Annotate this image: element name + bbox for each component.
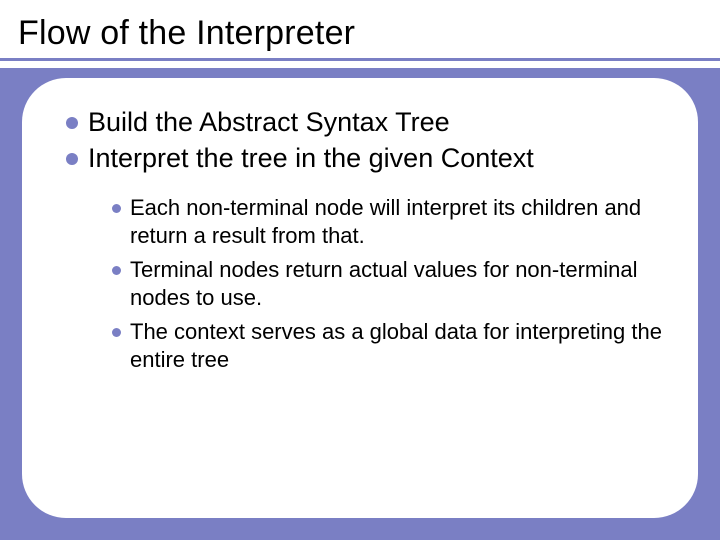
- sub-bullet: The context serves as a global data for …: [112, 318, 662, 374]
- slide-title: Flow of the Interpreter: [18, 14, 702, 53]
- title-underline: [0, 58, 720, 61]
- title-bar: Flow of the Interpreter: [0, 0, 720, 68]
- main-bullet: Interpret the tree in the given Context: [66, 142, 662, 176]
- main-list: Build the Abstract Syntax Tree Interpret…: [66, 106, 662, 176]
- sub-bullet: Each non-terminal node will interpret it…: [112, 194, 662, 250]
- sub-bullet: Terminal nodes return actual values for …: [112, 256, 662, 312]
- main-bullet: Build the Abstract Syntax Tree: [66, 106, 662, 140]
- sub-list: Each non-terminal node will interpret it…: [112, 194, 662, 375]
- content-card: Build the Abstract Syntax Tree Interpret…: [22, 78, 698, 518]
